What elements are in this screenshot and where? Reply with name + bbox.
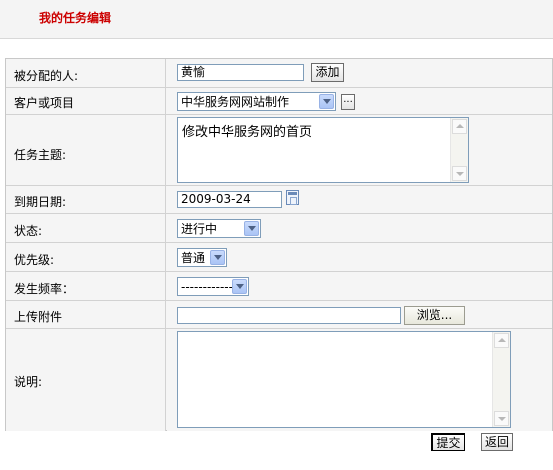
subject-label-cell: 任务主题: (6, 115, 166, 185)
client-label-cell: 客户或项目 (6, 88, 166, 114)
status-select[interactable]: 进行中 (177, 219, 261, 238)
priority-value-cell: 普通 (167, 243, 552, 271)
frequency-label-cell: 发生频率： (6, 272, 166, 300)
subject-textarea[interactable]: 修改中华服务网的首页 (177, 117, 469, 183)
chevron-down-icon (232, 279, 247, 294)
attachment-label-cell: 上传附件 (6, 301, 166, 328)
assignee-value-cell: 黄愉 添加 (167, 59, 552, 87)
subject-text: 修改中华服务网的首页 (182, 125, 313, 140)
notes-row: 说明: (6, 329, 552, 431)
calendar-icon[interactable] (286, 190, 299, 205)
notes-value-cell (167, 329, 552, 431)
subject-label: 任务主题: (14, 148, 67, 162)
assignee-label-cell: 被分配的人: (6, 59, 166, 87)
due-date-row: 到期日期: 2009-03-24 (6, 186, 552, 214)
due-date-value-cell: 2009-03-24 (167, 186, 552, 213)
assignee-row: 被分配的人: 黄愉 添加 (6, 59, 552, 88)
scroll-up-icon[interactable] (494, 333, 509, 348)
attachment-value-cell: 浏览... (167, 301, 552, 328)
due-date-label: 到期日期: (14, 195, 67, 209)
status-select-value: 进行中 (181, 222, 218, 236)
client-more-button[interactable]: ... (341, 94, 355, 110)
page-header: 我的任务编辑 (0, 0, 553, 39)
frequency-select[interactable]: ------------ (177, 277, 249, 296)
notes-label: 说明: (14, 375, 43, 389)
client-label: 客户或项目 (14, 96, 75, 110)
browse-button[interactable]: 浏览... (404, 306, 465, 325)
status-value-cell: 进行中 (167, 214, 552, 242)
chevron-down-icon (210, 250, 225, 265)
attachment-row: 上传附件 浏览... (6, 301, 552, 329)
task-edit-form: 被分配的人: 黄愉 添加 客户或项目 中华服务网网站制作 ... 任务主题: 修… (5, 58, 553, 431)
page-title: 我的任务编辑 (39, 11, 112, 25)
chevron-down-icon (319, 94, 334, 109)
notes-scrollbar[interactable] (492, 332, 510, 427)
priority-label-cell: 优先级: (6, 243, 166, 271)
attachment-input[interactable] (177, 307, 401, 324)
add-assignee-button[interactable]: 添加 (311, 63, 344, 82)
client-row: 客户或项目 中华服务网网站制作 ... (6, 88, 552, 115)
frequency-value-cell: ------------ (167, 272, 552, 300)
subject-scrollbar[interactable] (450, 118, 468, 182)
attachment-label: 上传附件 (14, 310, 63, 324)
client-select[interactable]: 中华服务网网站制作 (177, 92, 336, 111)
frequency-label: 发生频率： (14, 282, 75, 296)
notes-textarea[interactable] (177, 331, 511, 428)
status-row: 状态: 进行中 (6, 214, 552, 243)
submit-button[interactable]: 提交 (431, 433, 465, 451)
status-label: 状态: (14, 224, 43, 238)
notes-label-cell: 说明: (6, 329, 166, 431)
client-value-cell: 中华服务网网站制作 ... (167, 88, 552, 114)
priority-select[interactable]: 普通 (177, 248, 227, 267)
client-select-value: 中华服务网网站制作 (181, 95, 290, 109)
due-date-label-cell: 到期日期: (6, 186, 166, 213)
subject-row: 任务主题: 修改中华服务网的首页 (6, 115, 552, 186)
scroll-down-icon[interactable] (494, 411, 509, 426)
status-label-cell: 状态: (6, 214, 166, 242)
frequency-select-value: ------------ (181, 280, 233, 294)
assignee-input[interactable]: 黄愉 (177, 64, 304, 81)
priority-label: 优先级: (14, 253, 55, 267)
subject-value-cell: 修改中华服务网的首页 (167, 115, 552, 185)
scroll-up-icon[interactable] (452, 119, 467, 134)
due-date-input[interactable]: 2009-03-24 (177, 191, 282, 208)
chevron-down-icon (244, 221, 259, 236)
assignee-label: 被分配的人: (14, 69, 79, 83)
scroll-down-icon[interactable] (452, 166, 467, 181)
priority-select-value: 普通 (181, 251, 206, 265)
priority-row: 优先级: 普通 (6, 243, 552, 272)
frequency-row: 发生频率： ------------ (6, 272, 552, 301)
back-button[interactable]: 返回 (481, 433, 513, 451)
